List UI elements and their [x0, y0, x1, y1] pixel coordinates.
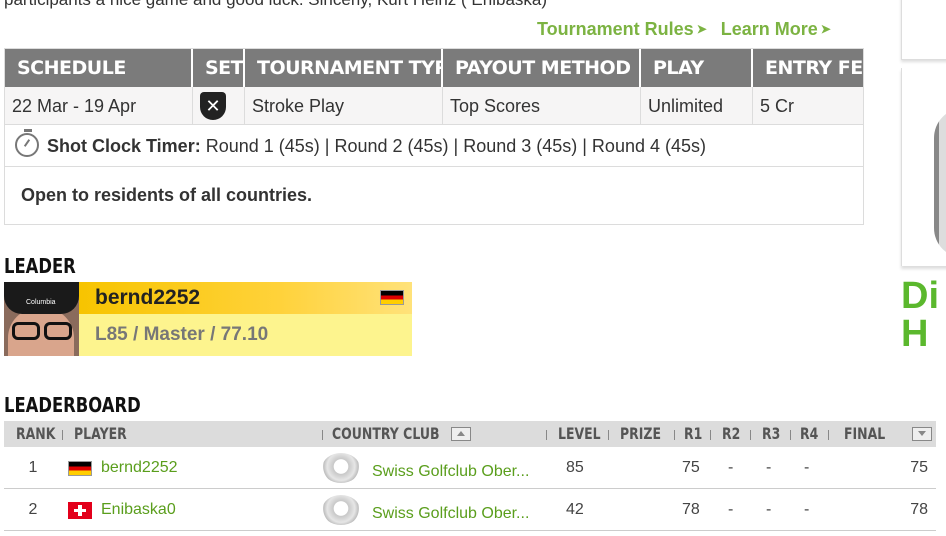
header-entry-fee: ENTRY FEE — [765, 57, 863, 79]
sidebar-ad-card[interactable] — [901, 68, 946, 266]
final-score: 78 — [910, 501, 928, 518]
header-tournament-type: TOURNAMENT TYPE — [245, 49, 443, 87]
info-links: Tournament Rules ➤ Learn More ➤ — [537, 19, 831, 40]
round-3-score: - — [766, 501, 772, 518]
arrow-right-icon: ➤ — [696, 22, 707, 36]
germany-flag-icon — [68, 461, 92, 476]
final-score: 75 — [910, 459, 928, 476]
leaderboard-header-row: RANK PLAYER COUNTRY CLUB LEVEL PRIZE R1 … — [4, 421, 936, 447]
learn-more-label: Learn More — [720, 19, 818, 39]
intro-text: participants a nice game and good luck. … — [4, 0, 547, 10]
golf-shoe-image — [934, 108, 946, 258]
shot-clock-row: Shot Clock Timer: Round 1 (45s) | Round … — [5, 125, 863, 167]
schedule-table: SCHEDULE SET TOURNAMENT TYPE PAYOUT METH… — [4, 48, 864, 225]
level: 42 — [566, 501, 584, 518]
tournament-type: Stroke Play — [245, 87, 443, 124]
schedule-dates: 22 Mar - 19 Apr — [5, 87, 193, 124]
header-r3[interactable]: R3 — [762, 421, 780, 447]
round-1-score: 75 — [682, 459, 700, 476]
leader-stats: L85 / Master / 77.10 — [79, 314, 412, 356]
table-row[interactable]: 2 Enibaska0 Swiss Golfclub Ober... 42 78… — [4, 489, 936, 531]
level: 85 — [566, 459, 584, 476]
learn-more-link[interactable]: Learn More ➤ — [721, 19, 831, 39]
schedule-data-row: 22 Mar - 19 Apr ✕ Stroke Play Top Scores… — [5, 87, 863, 125]
round-4-score: - — [804, 501, 810, 518]
round-2-score: - — [728, 501, 734, 518]
tournament-rules-link[interactable]: Tournament Rules ➤ — [537, 19, 707, 39]
set-cell: ✕ — [193, 87, 245, 124]
header-r2[interactable]: R2 — [722, 421, 740, 447]
round-1-score: 78 — [682, 501, 700, 518]
header-set: SET — [193, 49, 245, 87]
leader-name[interactable]: bernd2252 — [79, 282, 412, 314]
rank: 2 — [28, 501, 38, 518]
header-schedule: SCHEDULE — [5, 49, 193, 87]
tournament-rules-label: Tournament Rules — [537, 19, 694, 39]
header-payout-method: PAYOUT METHOD — [443, 49, 641, 87]
entry-fee: 5 Cr — [760, 96, 795, 116]
play-limit: Unlimited — [641, 87, 753, 124]
leaderboard-title: LEADERBOARD — [4, 393, 141, 417]
header-r4[interactable]: R4 — [800, 421, 818, 447]
club-link[interactable]: Swiss Golfclub Ober... — [372, 493, 548, 535]
round-4-score: - — [804, 459, 810, 476]
table-row[interactable]: 1 bernd2252 Swiss Golfclub Ober... 85 75… — [4, 447, 936, 489]
header-country-club[interactable]: COUNTRY CLUB — [332, 421, 439, 447]
club-logo-icon — [322, 453, 360, 483]
header-r1[interactable]: R1 — [684, 421, 702, 447]
club-logo-icon — [322, 495, 360, 525]
header-rank[interactable]: RANK — [16, 421, 55, 447]
player-link[interactable]: bernd2252 — [101, 447, 178, 489]
header-player[interactable]: PLAYER — [74, 421, 127, 447]
schedule-header-row: SCHEDULE SET TOURNAMENT TYPE PAYOUT METH… — [5, 49, 863, 87]
leader-card[interactable]: Columbia bernd2252 L85 / Master / 77.10 — [4, 282, 412, 356]
round-2-score: - — [728, 459, 734, 476]
leaderboard-table: RANK PLAYER COUNTRY CLUB LEVEL PRIZE R1 … — [4, 421, 936, 531]
payout-method: Top Scores — [443, 87, 641, 124]
sidebar-ad-text[interactable]: Di H — [901, 277, 939, 353]
header-level[interactable]: LEVEL — [558, 421, 601, 447]
header-play: PLAY — [641, 49, 753, 87]
leader-title: LEADER — [4, 254, 76, 278]
header-prize[interactable]: PRIZE — [620, 421, 661, 447]
sort-down-icon[interactable] — [912, 427, 932, 441]
cap-logo-text: Columbia — [26, 299, 56, 306]
player-link[interactable]: Enibaska0 — [101, 489, 176, 531]
germany-flag-icon — [380, 290, 404, 305]
header-final[interactable]: FINAL — [844, 421, 885, 447]
round-3-score: - — [766, 459, 772, 476]
shot-clock-value: Round 1 (45s) | Round 2 (45s) | Round 3 … — [200, 136, 706, 156]
stopwatch-icon — [15, 129, 39, 157]
leader-info: bernd2252 L85 / Master / 77.10 — [79, 282, 412, 356]
arrow-right-icon: ➤ — [820, 22, 831, 36]
club-link[interactable]: Swiss Golfclub Ober... — [372, 451, 548, 493]
switzerland-flag-icon — [68, 502, 92, 519]
sort-up-icon[interactable] — [451, 427, 471, 441]
avatar[interactable]: Columbia — [4, 282, 79, 356]
crossed-clubs-shield-icon: ✕ — [200, 92, 226, 120]
shot-clock-label: Shot Clock Timer: — [47, 136, 201, 156]
eligibility-text: Open to residents of all countries. — [21, 185, 313, 205]
sidebar-card — [901, 0, 946, 60]
rank: 1 — [28, 459, 38, 476]
